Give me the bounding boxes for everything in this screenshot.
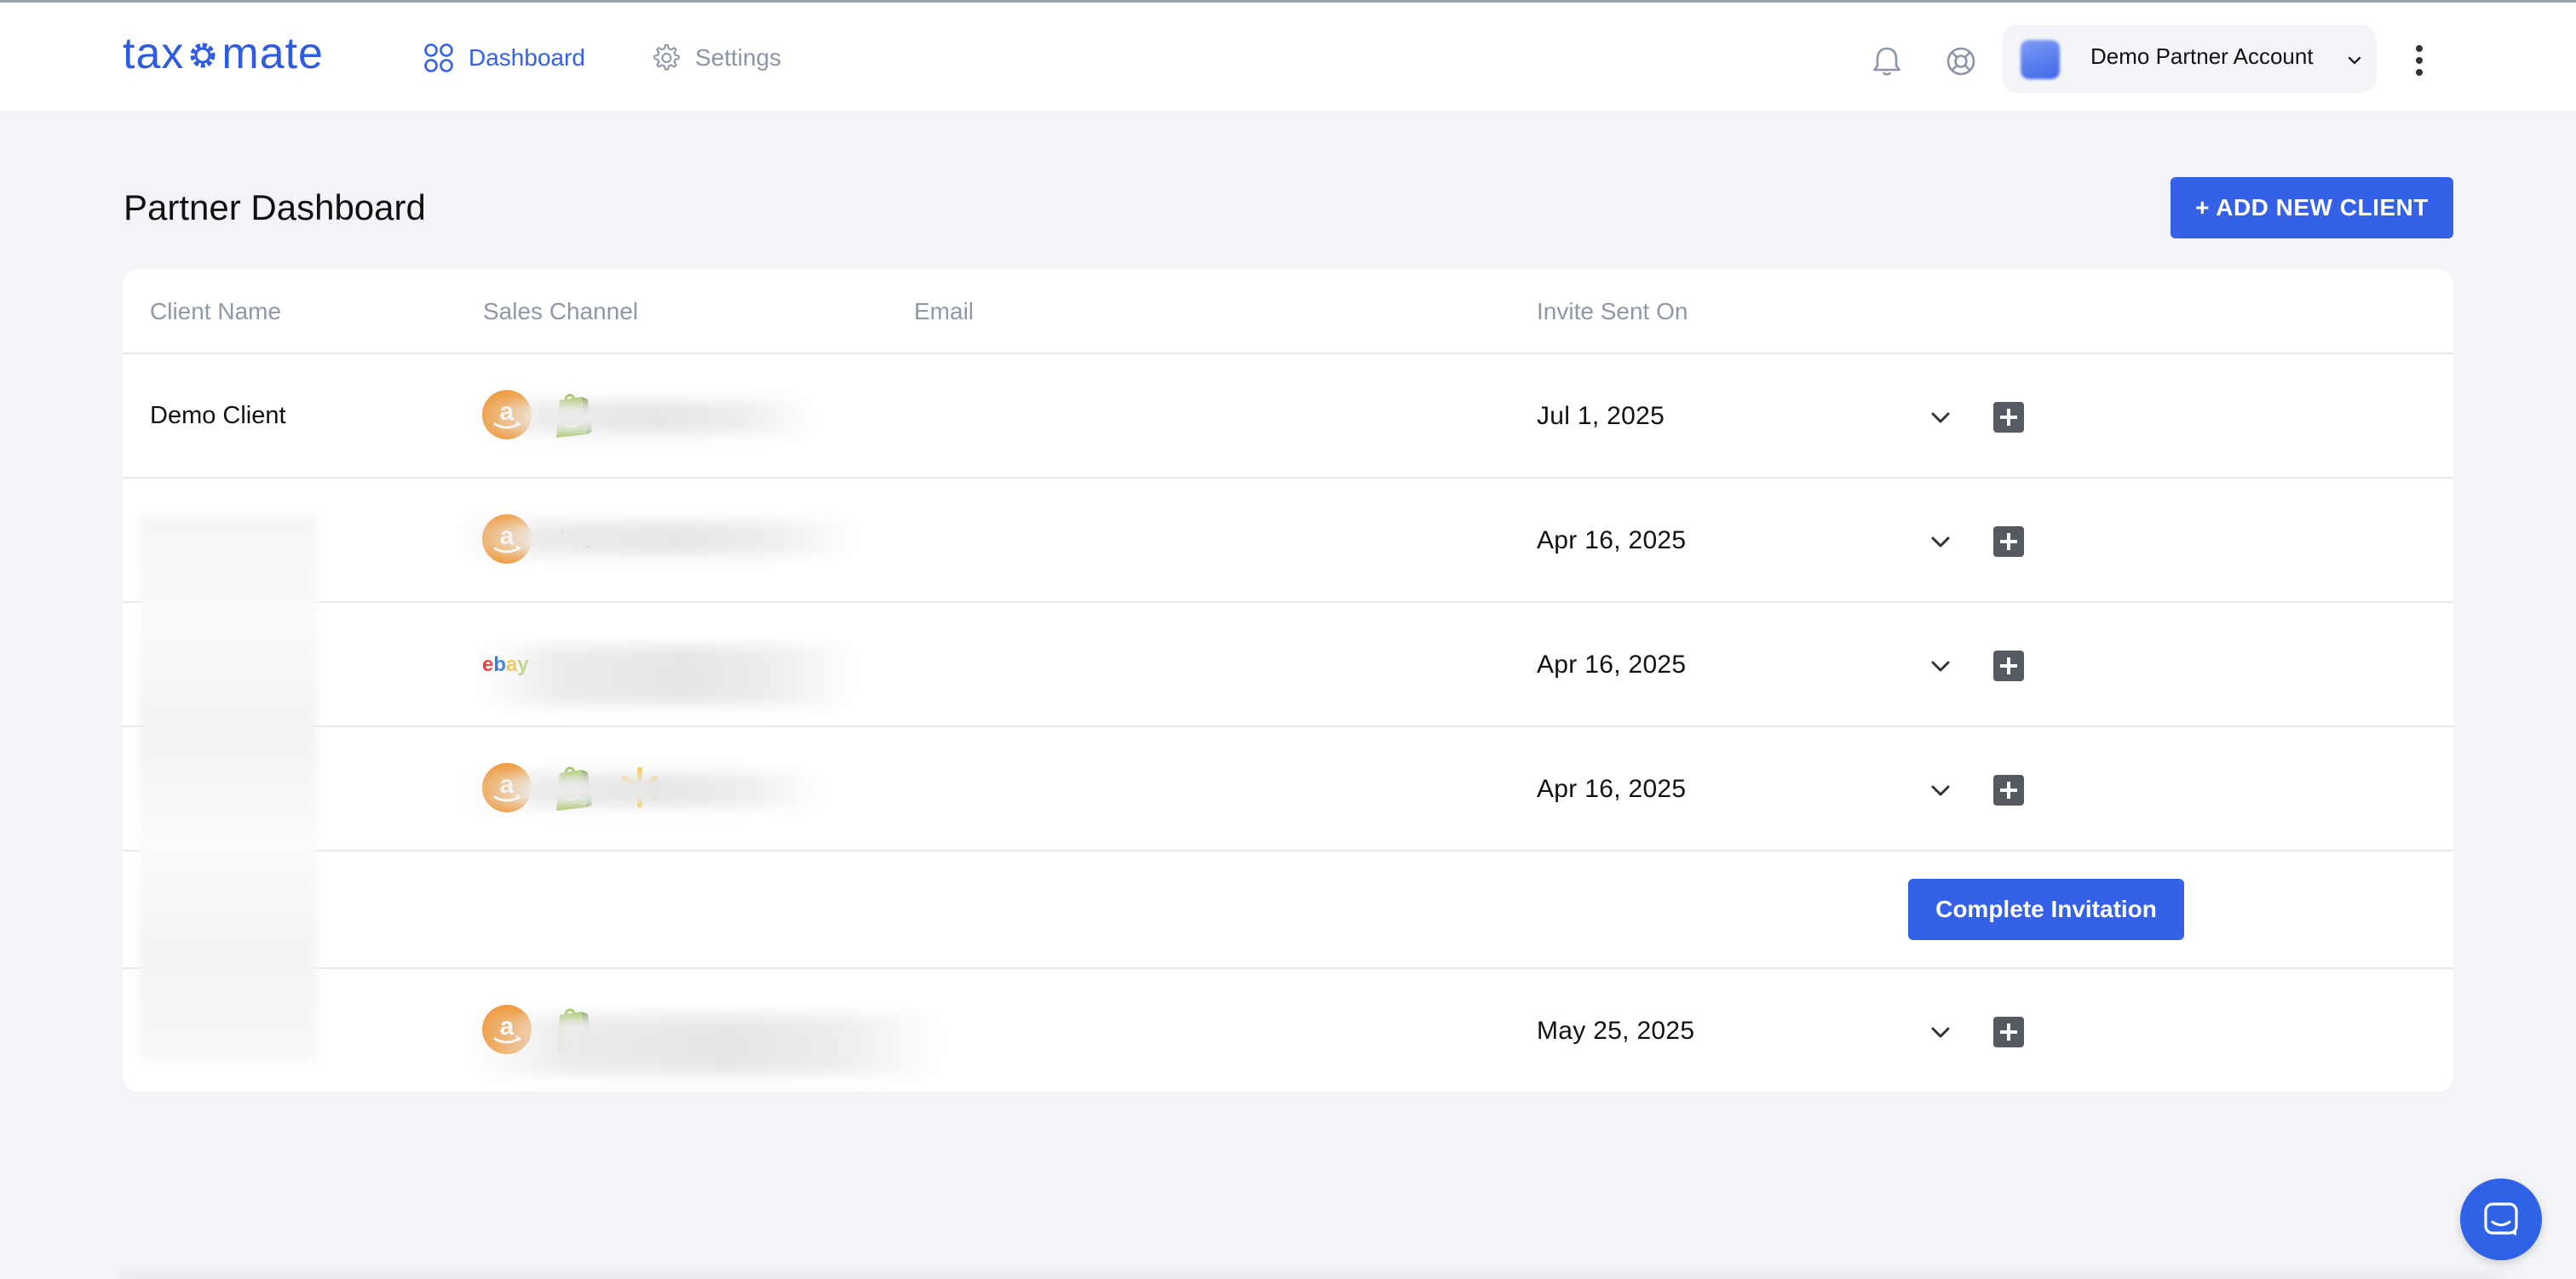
invite-date: Apr 16, 2025 — [1537, 651, 1687, 679]
expand-row-chevron-icon[interactable] — [1925, 402, 1956, 433]
top-navbar: taxomate taxmate Dashboard Settings Demo… — [0, 3, 2576, 111]
table-row[interactable]: ebay Apr 16, 2025 — [123, 603, 2453, 727]
add-plus-button[interactable] — [1993, 775, 2024, 806]
help-lifebuoy-icon[interactable] — [1943, 43, 1979, 79]
column-header-client-name[interactable]: Client Name — [150, 298, 281, 325]
client-names-redacted — [140, 516, 317, 1061]
complete-invitation-button[interactable]: Complete Invitation — [1908, 879, 2184, 940]
add-new-client-button[interactable]: + ADD NEW CLIENT — [2171, 177, 2453, 238]
account-switcher[interactable]: Demo Partner Account — [2002, 25, 2377, 93]
nav-dashboard-label: Dashboard — [469, 44, 585, 71]
add-plus-button[interactable] — [1993, 402, 2024, 433]
account-name: Demo Partner Account — [2090, 43, 2314, 69]
taxomate-logo[interactable]: taxomate taxmate — [123, 28, 324, 79]
table-row[interactable]: Demo Client a S Jul 1, 2025 — [123, 354, 2453, 479]
nav-dashboard[interactable]: Dashboard — [423, 37, 585, 79]
add-plus-button[interactable] — [1993, 651, 2024, 681]
table-row[interactable]: a S Apr 16, 2025 — [123, 727, 2453, 852]
invite-date: Jul 1, 2025 — [1537, 402, 1665, 430]
clients-table: Client Name Sales Channel Email Invite S… — [123, 269, 2453, 1092]
invite-date: May 25, 2025 — [1537, 1017, 1695, 1045]
chat-bubble-icon — [2484, 1202, 2518, 1236]
logo-gear-icon — [190, 43, 216, 68]
client-name[interactable]: Demo Client — [150, 402, 286, 430]
email-redacted — [474, 400, 814, 434]
gear-icon — [653, 44, 680, 71]
column-header-email[interactable]: Email — [914, 298, 974, 325]
nav-settings[interactable]: Settings — [649, 37, 781, 79]
email-redacted — [463, 773, 821, 807]
nav-settings-label: Settings — [695, 44, 782, 71]
chat-launcher-button[interactable] — [2460, 1179, 2542, 1260]
invite-date: Apr 16, 2025 — [1537, 775, 1687, 803]
bell-icon[interactable] — [1869, 43, 1905, 79]
expand-row-chevron-icon[interactable] — [1925, 526, 1956, 557]
column-header-sales-channel[interactable]: Sales Channel — [483, 298, 638, 325]
table-row[interactable]: a ebay Apr 16, 2025 — [123, 479, 2453, 603]
table-row[interactable]: Complete Invitation — [123, 852, 2453, 969]
email-redacted — [480, 645, 855, 705]
chevron-down-icon — [2348, 56, 2361, 65]
column-header-invite-sent-on[interactable]: Invite Sent On — [1537, 298, 1688, 325]
invite-date: Apr 16, 2025 — [1537, 526, 1687, 554]
table-header: Client Name Sales Channel Email Invite S… — [123, 269, 2453, 354]
account-avatar — [2021, 40, 2060, 79]
add-plus-button[interactable] — [1993, 1017, 2024, 1047]
kebab-menu-icon[interactable] — [2402, 40, 2436, 81]
add-plus-button[interactable] — [1993, 526, 2024, 557]
email-redacted — [457, 521, 857, 555]
email-redacted — [472, 1015, 940, 1075]
bottom-shadow — [119, 1269, 2504, 1279]
expand-row-chevron-icon[interactable] — [1925, 775, 1956, 806]
table-row[interactable]: a S May 25, 2025 — [123, 969, 2453, 1092]
expand-row-chevron-icon[interactable] — [1925, 651, 1956, 681]
page-title: Partner Dashboard — [124, 187, 426, 227]
grid-icon — [424, 43, 453, 72]
expand-row-chevron-icon[interactable] — [1925, 1017, 1956, 1047]
